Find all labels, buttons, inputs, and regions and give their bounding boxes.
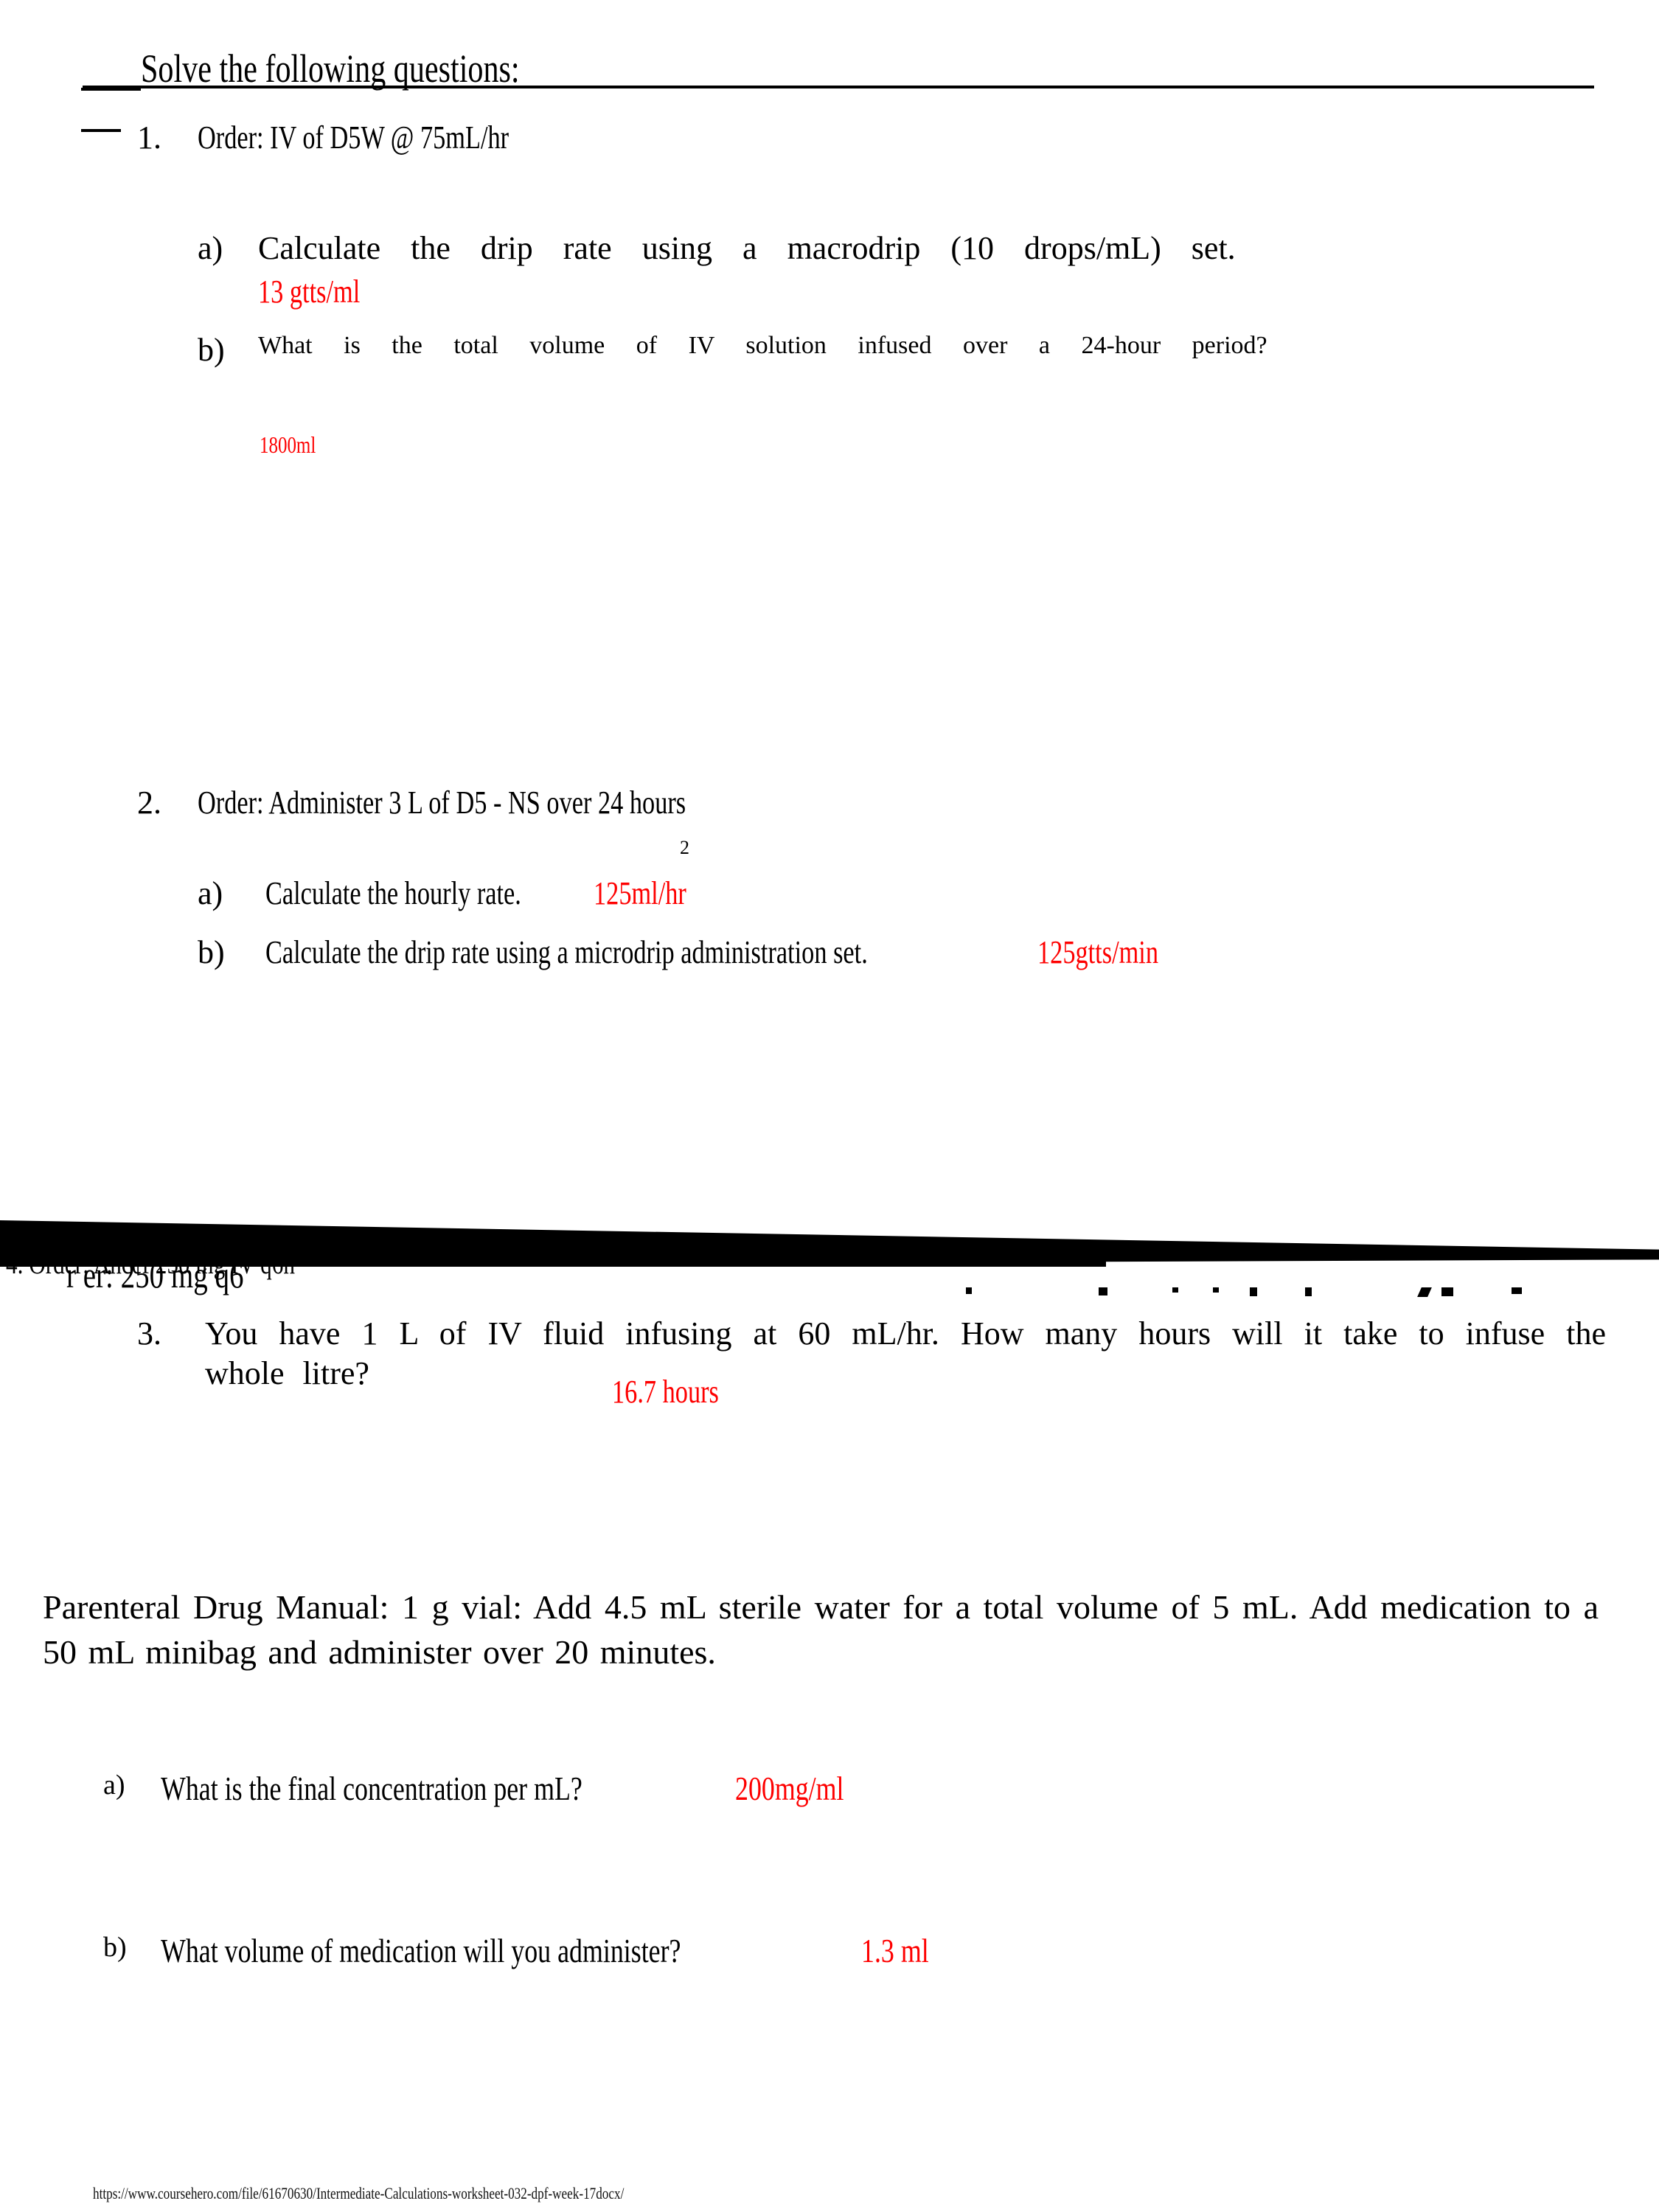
- question-1-part-b-text: What is the total volume of IV solution …: [258, 332, 1267, 359]
- question-1: 1. Order: IV of D5W @ 75mL/hr: [137, 118, 1597, 158]
- parenteral-drug-manual-paragraph: Parenteral Drug Manual: 1 g vial: Add 4.…: [43, 1585, 1599, 1674]
- question-3-text: You have 1 L of IV fluid infusing at 60 …: [205, 1315, 1606, 1391]
- question-3-answer: 16.7 hours: [612, 1373, 749, 1411]
- question-2-text: Order: Administer 3 L of D5 - NS over 24…: [198, 785, 686, 821]
- source-url-text: https://www.coursehero.com/file/61670630…: [93, 2184, 625, 2202]
- answer-text: 13 gtts/ml: [258, 274, 361, 310]
- question-2-number: 2.: [137, 785, 161, 821]
- question-1-number: 1.: [137, 119, 161, 156]
- question-1-part-b-label: b): [198, 332, 225, 368]
- question-3: 3. You have 1 L of IV fluid infusing at …: [137, 1314, 1606, 1393]
- question-2-part-a-label: a): [198, 875, 223, 911]
- question-2-part-b: b) Calculate the drip rate using a micro…: [198, 933, 1658, 973]
- manual-part-a-label: a): [103, 1770, 125, 1801]
- manual-part-b-text: What volume of medication will you admin…: [161, 1932, 681, 1969]
- page-title: Solve the following questions:: [81, 6, 966, 131]
- question-2-part-a-answer: 125ml/hr: [593, 875, 686, 911]
- question-2: 2. Order: Administer 3 L of D5 - NS over…: [137, 783, 1597, 823]
- parenteral-drug-manual-text: Parenteral Drug Manual: 1 g vial: Add 4.…: [43, 1588, 1599, 1671]
- question-1-part-b-answer: 1800ml: [260, 431, 332, 459]
- question-2-part-a-text: Calculate the hourly rate.: [265, 875, 521, 911]
- manual-part-a-answer: 200mg/ml: [734, 1770, 844, 1807]
- question-1-part-a-label: a): [198, 230, 223, 266]
- question-2-part-b-text: Calculate the drip rate using a microdri…: [265, 934, 868, 970]
- scan-cut-text-remnants: [951, 1283, 1615, 1299]
- answer-text: 1800ml: [260, 431, 316, 458]
- title-horizontal-rule: [83, 86, 1594, 88]
- question-3-number: 3.: [137, 1315, 161, 1352]
- manual-part-a: a) What is the final concentration per m…: [103, 1768, 1578, 1809]
- manual-part-a-text: What is the final concentration per mL?: [161, 1770, 582, 1807]
- question-1-part-a-text: Calculate the drip rate using a macrodri…: [258, 230, 1236, 266]
- answer-text: 16.7 hours: [612, 1374, 719, 1410]
- manual-part-b: b) What volume of medication will you ad…: [103, 1930, 1578, 1972]
- stray-page-mark: 2: [680, 837, 689, 858]
- source-url-footer[interactable]: https://www.coursehero.com/file/61670630…: [93, 2184, 774, 2203]
- worksheet-page: Solve the following questions: 1. Order:…: [0, 0, 1659, 2212]
- manual-part-b-answer: 1.3 ml: [860, 1932, 929, 1969]
- question-2-part-b-answer: 125gtts/min: [1037, 934, 1159, 970]
- question-1-part-b: b) What is the total volume of IV soluti…: [198, 330, 1658, 368]
- question-1-part-a: a) Calculate the drip rate using a macro…: [198, 229, 1643, 268]
- question-2-part-a: a) Calculate the hourly rate. 125ml/hr: [198, 874, 1643, 914]
- question-1-part-a-answer: 13 gtts/ml: [258, 273, 389, 310]
- question-1-text: Order: IV of D5W @ 75mL/hr: [198, 119, 509, 156]
- page-title-text: Solve the following questions:: [141, 46, 520, 91]
- manual-part-b-label: b): [103, 1932, 127, 1963]
- page-title-wrapper: Solve the following questions:: [81, 6, 966, 131]
- question-2-part-b-label: b): [198, 934, 225, 970]
